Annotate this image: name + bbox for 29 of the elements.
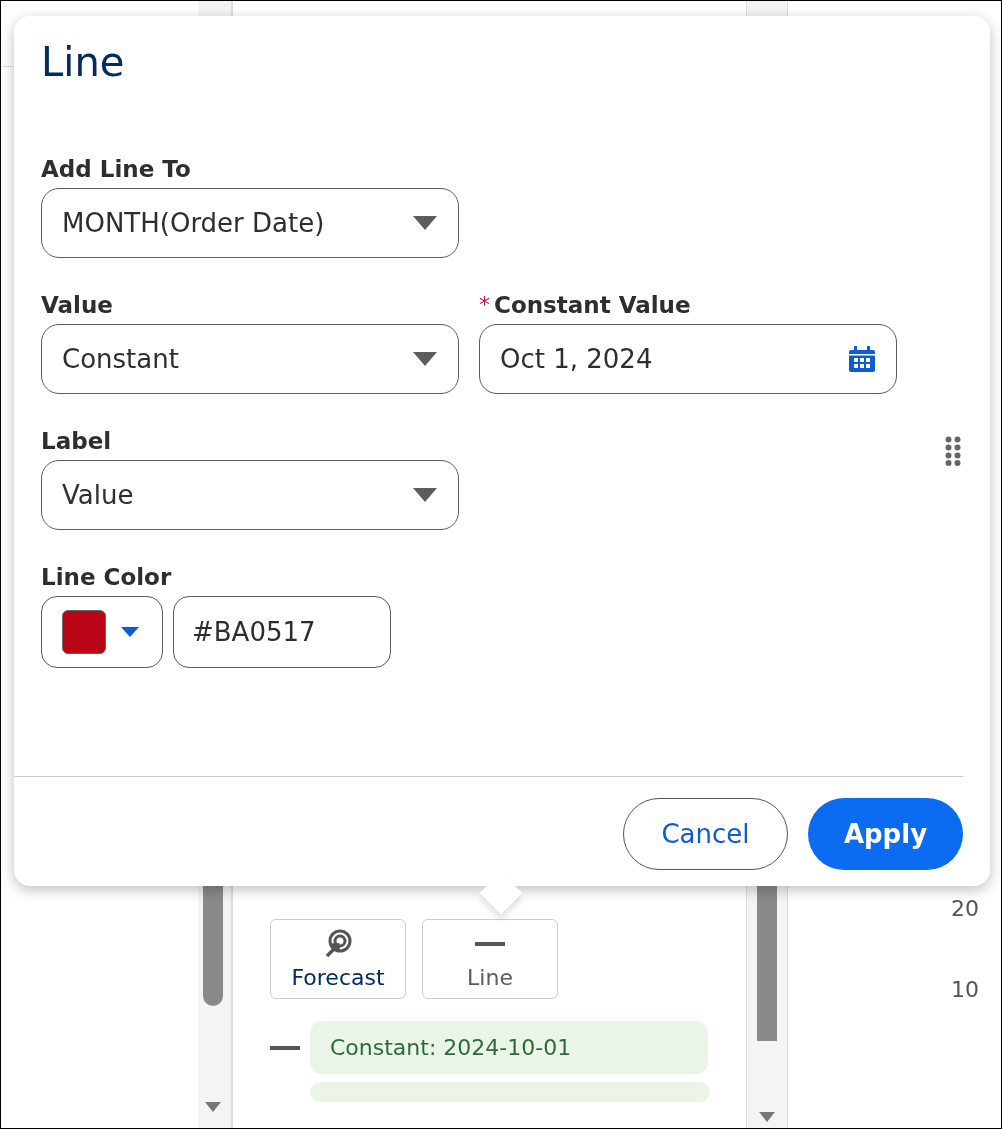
drag-handle-icon[interactable] bbox=[945, 436, 961, 466]
dropdown-select[interactable]: Value bbox=[41, 460, 459, 530]
field-label: Add Line To bbox=[41, 156, 192, 182]
caret-icon bbox=[120, 626, 140, 638]
dropdown-select[interactable]: MONTH(Order Date) bbox=[41, 188, 459, 258]
reference-line-pill[interactable]: Constant: 2024-10-01 bbox=[310, 1021, 708, 1074]
dialog-title: Line bbox=[41, 38, 125, 86]
field-label: Constant Value bbox=[494, 292, 691, 318]
cancel-button[interactable]: Cancel bbox=[623, 798, 788, 870]
color-picker-button[interactable] bbox=[41, 596, 163, 668]
calendar-icon bbox=[848, 345, 876, 373]
scroll-down-icon[interactable] bbox=[757, 1111, 777, 1123]
date-field[interactable]: Oct 1, 2024 bbox=[479, 324, 897, 394]
apply-button[interactable]: Apply bbox=[808, 798, 963, 870]
required-mark: * bbox=[479, 292, 490, 317]
scroll-down-icon[interactable] bbox=[203, 1101, 223, 1113]
field-label: Label bbox=[41, 428, 113, 454]
axis-tick-label: 20 bbox=[951, 896, 979, 921]
caret-icon bbox=[412, 215, 438, 231]
caret-icon bbox=[412, 487, 438, 503]
dropdown-select[interactable]: Constant bbox=[41, 324, 459, 394]
analytics-tile[interactable]: Forecast bbox=[270, 919, 406, 999]
field-label: Line Color bbox=[41, 564, 173, 590]
caret-icon bbox=[412, 351, 438, 367]
analytics-tile[interactable]: Line bbox=[422, 919, 558, 999]
hex-input-field[interactable]: #BA0517 bbox=[173, 596, 391, 668]
target-arrow-icon bbox=[323, 928, 353, 959]
axis-tick-label: 10 bbox=[951, 977, 979, 1002]
field-label: Value bbox=[41, 292, 114, 318]
